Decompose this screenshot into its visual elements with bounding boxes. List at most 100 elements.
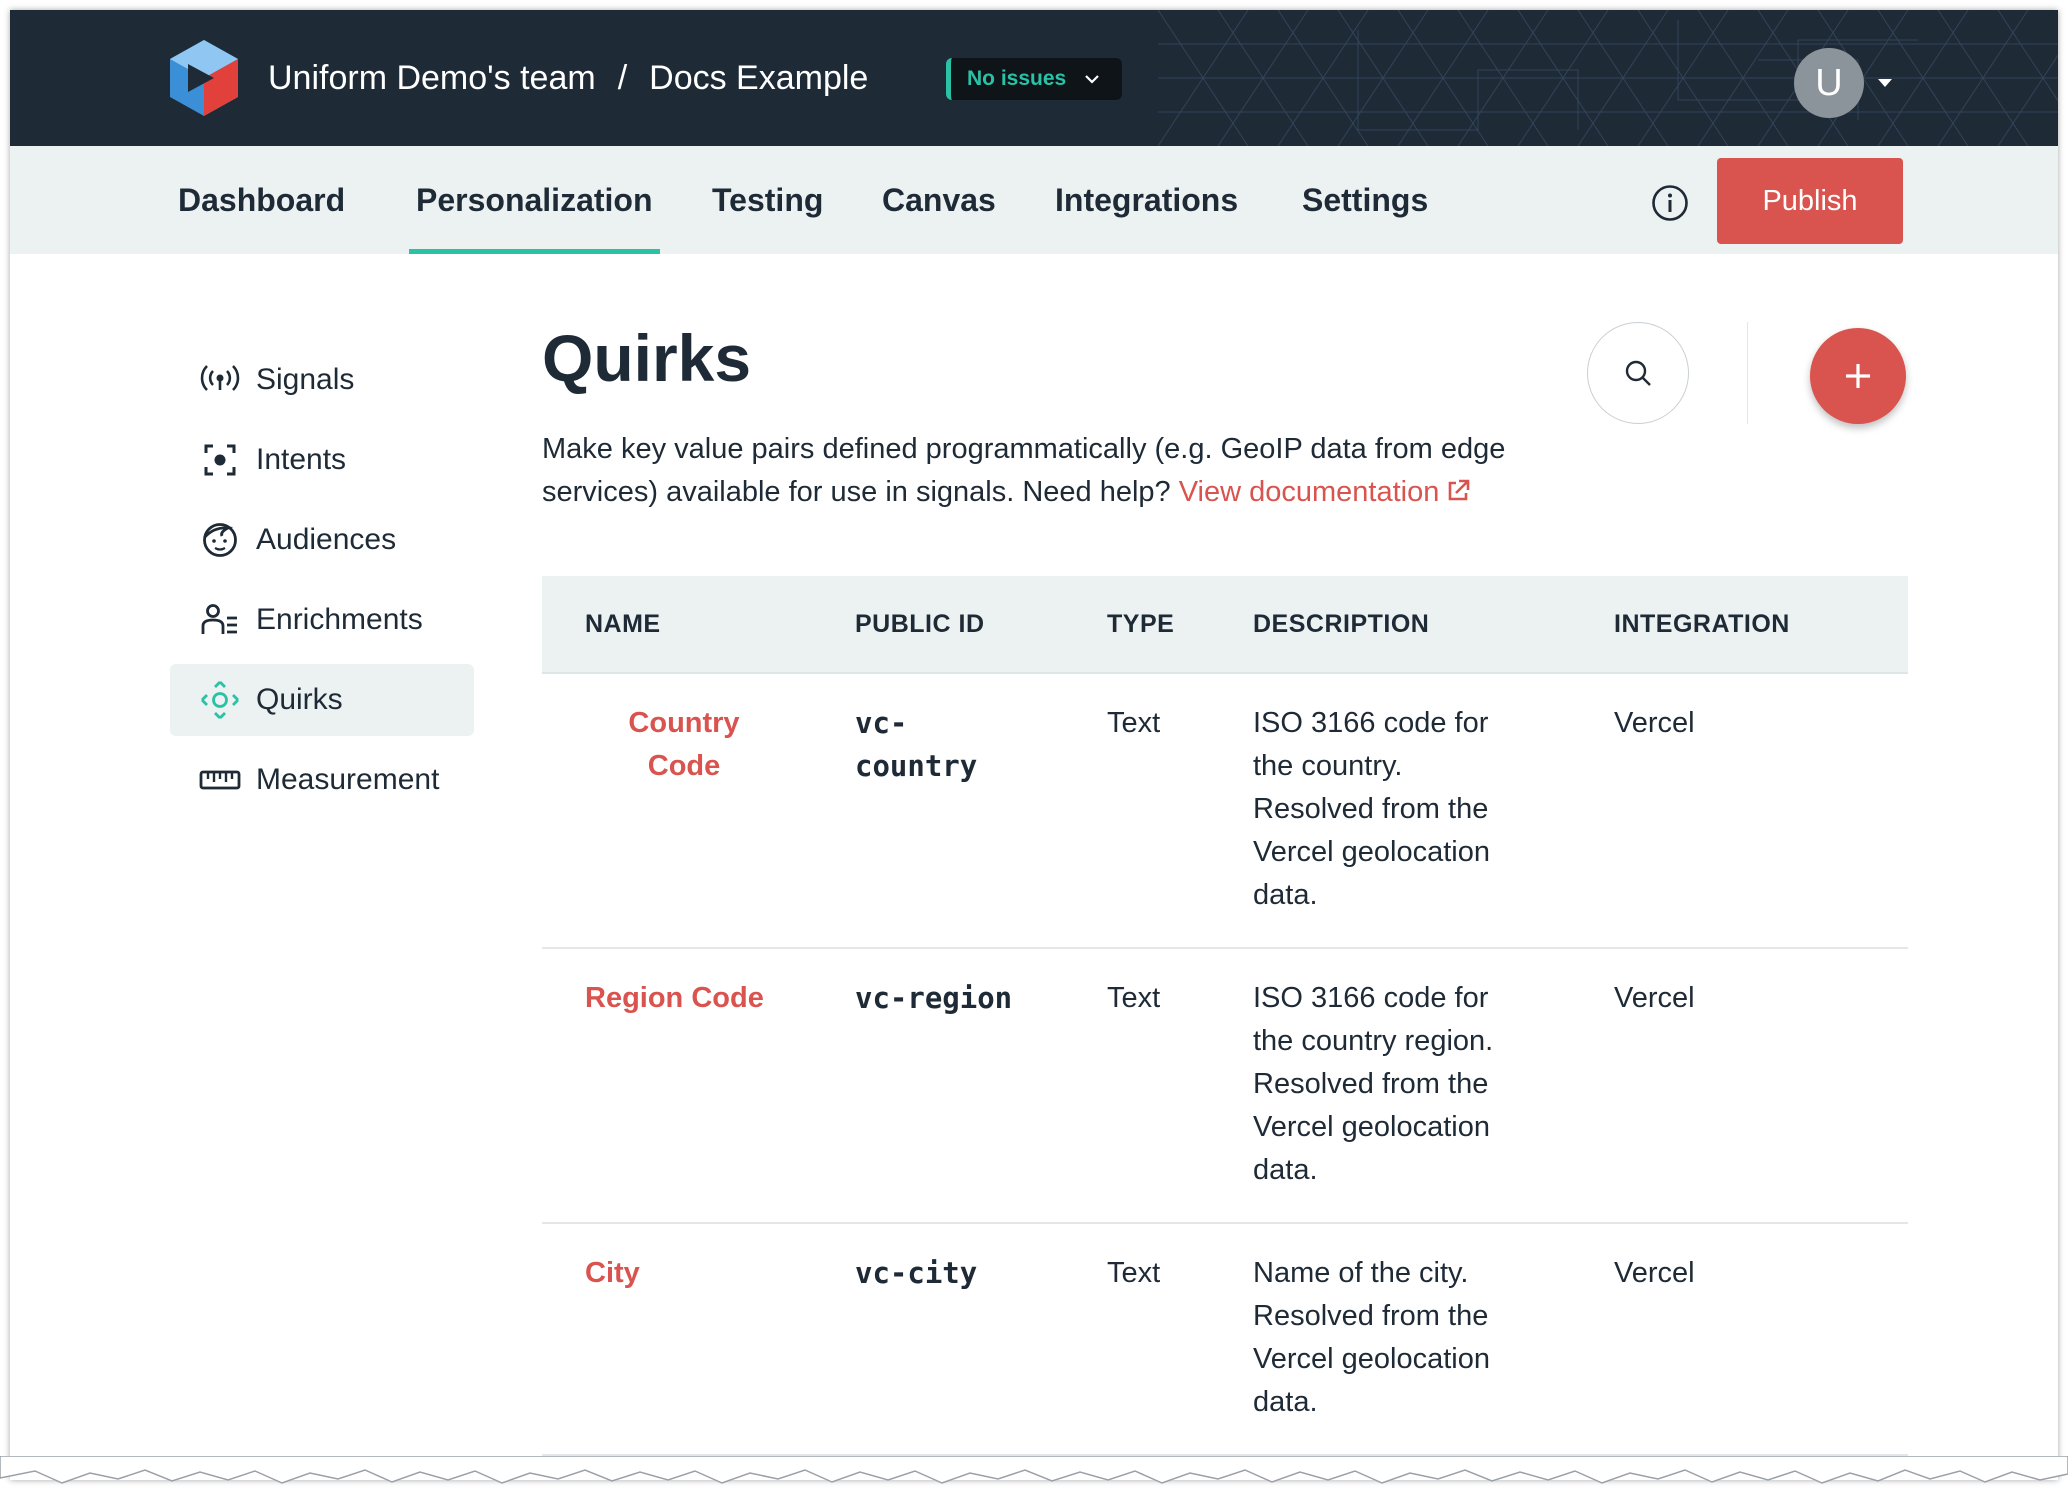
add-quirk-button[interactable] bbox=[1810, 328, 1906, 424]
ruler-icon bbox=[199, 770, 241, 790]
quirk-public-id: vc- country bbox=[855, 702, 977, 788]
status-label: No issues bbox=[967, 67, 1067, 90]
user-list-icon bbox=[201, 604, 237, 634]
face-icon bbox=[203, 523, 237, 557]
table-row[interactable]: Country Code vc- country Text ISO 3166 c… bbox=[542, 674, 1908, 949]
description-text: Vercel geolocation bbox=[1253, 836, 1490, 868]
status-dropdown[interactable]: No issues bbox=[946, 58, 1122, 100]
tab-dashboard[interactable]: Dashboard bbox=[178, 146, 345, 254]
focus-target-icon bbox=[204, 444, 236, 476]
sidebar-item-intents[interactable]: Intents bbox=[170, 424, 474, 496]
page-title: Quirks bbox=[542, 321, 752, 395]
column-header-name[interactable]: NAME bbox=[585, 576, 661, 672]
description-text: Vercel geolocation bbox=[1253, 1111, 1490, 1143]
sidebar-item-quirks[interactable]: Quirks bbox=[170, 664, 474, 736]
quirk-public-id: vc-region bbox=[855, 977, 1012, 1020]
table-row[interactable]: Region Code vc-region Text ISO 3166 code… bbox=[542, 949, 1908, 1224]
column-header-integration[interactable]: INTEGRATION bbox=[1614, 576, 1790, 672]
sidebar-item-label: Intents bbox=[256, 443, 347, 476]
quirk-integration: Vercel bbox=[1614, 1257, 1695, 1289]
description-text: data. bbox=[1253, 1386, 1318, 1418]
description-text: Name of the city. bbox=[1253, 1257, 1469, 1289]
description-text: data. bbox=[1253, 879, 1318, 911]
quirk-public-id: vc-city bbox=[855, 1252, 977, 1295]
view-documentation-link[interactable]: View documentation bbox=[1179, 476, 1472, 508]
sidebar-item-measurement[interactable]: Measurement bbox=[170, 744, 474, 816]
avatar-initial: U bbox=[1815, 61, 1843, 104]
description-text: data. bbox=[1253, 1154, 1318, 1186]
sidebar-item-label: Measurement bbox=[256, 763, 440, 796]
search-button[interactable] bbox=[1587, 322, 1689, 424]
quirk-description: ISO 3166 code for the country region. Re… bbox=[1253, 977, 1493, 1192]
description-text: Resolved from the bbox=[1253, 793, 1489, 825]
description-text: Vercel geolocation bbox=[1253, 1343, 1490, 1375]
quirk-integration: Vercel bbox=[1614, 707, 1695, 739]
project-name[interactable]: Docs Example bbox=[649, 59, 868, 97]
table-row[interactable]: City vc-city Text Name of the city. Reso… bbox=[542, 1224, 1908, 1456]
app-window: Uniform Demo's team / Docs Example No issu… bbox=[10, 10, 2058, 1480]
sidebar-item-audiences[interactable]: Audiences bbox=[170, 504, 474, 576]
plus-icon bbox=[1846, 364, 1870, 388]
tab-personalization[interactable]: Personalization bbox=[409, 146, 659, 254]
description-line-2: services) available for use in signals. … bbox=[542, 476, 1171, 508]
quirk-name: City bbox=[585, 1257, 640, 1289]
signal-broadcast-icon bbox=[200, 365, 240, 391]
user-avatar[interactable]: U bbox=[1794, 48, 1864, 118]
breadcrumb: Uniform Demo's team / Docs Example bbox=[268, 54, 868, 102]
sidebar-item-label: Quirks bbox=[256, 683, 343, 716]
quirk-name-link[interactable]: City bbox=[585, 1252, 640, 1295]
sidebar-item-signals[interactable]: Signals bbox=[170, 344, 474, 416]
quirk-name: Country bbox=[628, 707, 740, 739]
sidebar-item-label: Signals bbox=[256, 363, 355, 396]
quirk-name-link[interactable]: Region Code bbox=[585, 977, 764, 1020]
sidebar-item-label: Enrichments bbox=[256, 603, 423, 636]
quirk-type: Text bbox=[1107, 707, 1161, 739]
description-text: ISO 3166 code for bbox=[1253, 982, 1489, 1014]
page-description: Make key value pairs defined programmati… bbox=[542, 428, 1542, 514]
public-id-text: vc-city bbox=[855, 1256, 978, 1290]
tab-settings[interactable]: Settings bbox=[1302, 146, 1428, 254]
tab-testing[interactable]: Testing bbox=[712, 146, 823, 254]
table-header: NAME PUBLIC ID TYPE DESCRIPTION INTEGRAT… bbox=[542, 576, 1908, 674]
column-header-description[interactable]: DESCRIPTION bbox=[1253, 576, 1429, 672]
quirk-type: Text bbox=[1107, 982, 1161, 1014]
public-id-text: vc-region bbox=[855, 981, 1013, 1015]
tab-integrations[interactable]: Integrations bbox=[1055, 146, 1238, 254]
uniform-logo[interactable] bbox=[168, 38, 240, 118]
search-icon bbox=[1625, 360, 1651, 386]
quirk-description: ISO 3166 code for the country. Resolved … bbox=[1253, 702, 1490, 917]
top-header: Uniform Demo's team / Docs Example No issu… bbox=[10, 10, 2058, 146]
quirks-diamond-icon bbox=[201, 681, 239, 719]
main-nav: Dashboard Personalization Testing Canvas… bbox=[10, 146, 2058, 254]
description-line-1: Make key value pairs defined programmati… bbox=[542, 433, 1506, 465]
public-id-text: vc- bbox=[855, 706, 908, 740]
chevron-down-icon bbox=[1085, 75, 1099, 84]
torn-edge-decoration bbox=[0, 1456, 2068, 1484]
info-icon[interactable] bbox=[1651, 184, 1689, 222]
tab-canvas[interactable]: Canvas bbox=[882, 146, 996, 254]
description-text: the country. bbox=[1253, 750, 1403, 782]
breadcrumb-separator: / bbox=[617, 59, 628, 97]
doc-link-label: View documentation bbox=[1178, 476, 1440, 508]
column-header-public-id[interactable]: PUBLIC ID bbox=[855, 576, 985, 672]
sidebar-item-enrichments[interactable]: Enrichments bbox=[170, 584, 474, 656]
quirk-name-link[interactable]: Country Code bbox=[619, 702, 749, 788]
quirk-type: Text bbox=[1107, 1257, 1161, 1289]
header-pattern bbox=[1158, 10, 2058, 146]
external-link-icon bbox=[1449, 479, 1470, 501]
description-text: Resolved from the bbox=[1253, 1300, 1489, 1332]
description-text: ISO 3166 code for bbox=[1253, 707, 1489, 739]
quirk-description: Name of the city. Resolved from the Verc… bbox=[1253, 1252, 1490, 1424]
quirk-integration: Vercel bbox=[1614, 982, 1695, 1014]
team-name[interactable]: Uniform Demo's team bbox=[268, 59, 596, 97]
description-text: the country region. bbox=[1253, 1025, 1494, 1057]
sidebar-item-label: Audiences bbox=[256, 523, 397, 556]
public-id-text: country bbox=[855, 749, 978, 783]
caret-down-icon[interactable] bbox=[1878, 78, 1892, 88]
toolbar-divider bbox=[1747, 322, 1748, 424]
quirks-table: NAME PUBLIC ID TYPE DESCRIPTION INTEGRAT… bbox=[542, 576, 1908, 1456]
quirk-name: Code bbox=[647, 750, 721, 782]
column-header-type[interactable]: TYPE bbox=[1107, 576, 1174, 672]
description-text: Resolved from the bbox=[1253, 1068, 1489, 1100]
publish-button[interactable]: Publish bbox=[1717, 158, 1903, 244]
